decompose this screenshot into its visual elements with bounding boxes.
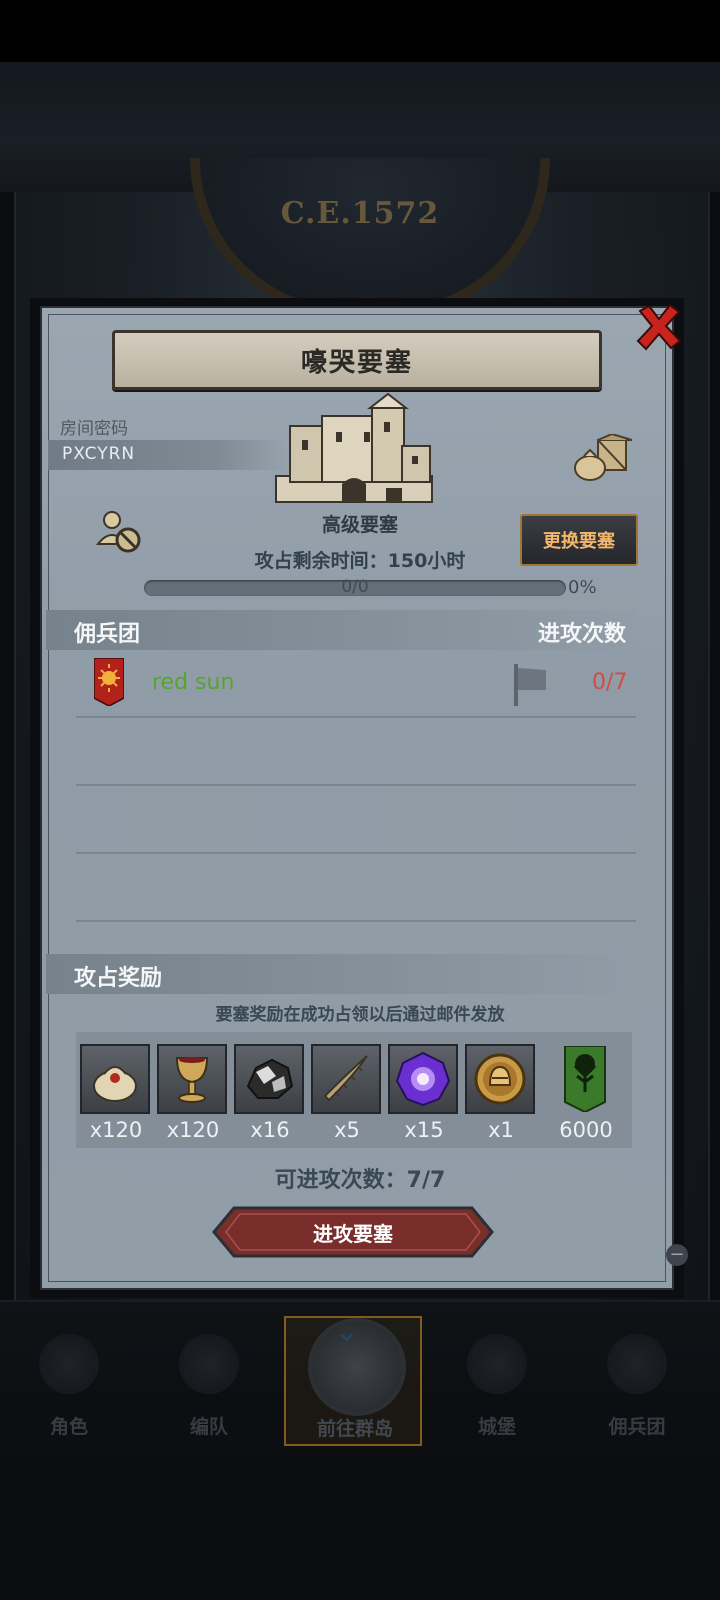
row-divider bbox=[76, 852, 636, 854]
mercenary-attack-count: 0/7 bbox=[592, 670, 628, 695]
progress-percent: 0% bbox=[568, 577, 597, 598]
row-divider bbox=[76, 716, 636, 718]
coin-bag-icon bbox=[80, 1044, 150, 1114]
purple-gem-icon bbox=[388, 1044, 458, 1114]
close-button[interactable] bbox=[632, 300, 686, 354]
row-divider bbox=[76, 784, 636, 786]
mercenary-header: 佣兵团 bbox=[74, 622, 141, 647]
remaining-time: 攻占剩余时间：150小时 bbox=[254, 550, 466, 572]
reward-item[interactable]: x1 bbox=[465, 1044, 537, 1142]
attacks-header: 进攻次数 bbox=[538, 622, 627, 647]
reward-qty: x5 bbox=[334, 1118, 360, 1142]
reward-item[interactable]: x120 bbox=[80, 1044, 152, 1142]
reward-item[interactable]: x5 bbox=[311, 1044, 383, 1142]
reward-item[interactable]: x16 bbox=[234, 1044, 306, 1142]
close-icon bbox=[636, 303, 682, 351]
reward-qty: x1 bbox=[488, 1118, 514, 1142]
ore-icon bbox=[234, 1044, 304, 1114]
reward-item[interactable]: x15 bbox=[388, 1044, 460, 1142]
flag-icon bbox=[512, 660, 548, 708]
rewards-header: 攻占奖励 bbox=[74, 966, 163, 991]
room-password-label: 房间密码 bbox=[60, 419, 128, 439]
reward-qty: x15 bbox=[404, 1118, 444, 1142]
reward-item[interactable]: x120 bbox=[157, 1044, 229, 1142]
red-sun-banner-icon bbox=[93, 657, 125, 707]
mercenary-name[interactable]: red sun bbox=[152, 670, 234, 695]
goblet-icon bbox=[157, 1044, 227, 1114]
row-divider bbox=[76, 920, 636, 922]
reward-qty: x16 bbox=[250, 1118, 290, 1142]
horn-icon bbox=[311, 1044, 381, 1114]
reward-qty: x120 bbox=[89, 1118, 143, 1142]
supply-bag-icon[interactable] bbox=[572, 432, 633, 482]
reward-qty: x120 bbox=[166, 1118, 220, 1142]
reward-note: 要塞奖励在成功占领以后通过邮件发放 bbox=[215, 1005, 505, 1025]
side-expand-icon[interactable]: − bbox=[666, 1244, 688, 1266]
reward-item[interactable]: 6000 bbox=[550, 1044, 622, 1142]
attack-fortress-button[interactable]: 进攻要塞 bbox=[212, 1206, 494, 1258]
reward-qty: 6000 bbox=[559, 1118, 613, 1142]
helmet-medal-icon bbox=[465, 1044, 535, 1114]
tree-banner-icon bbox=[550, 1044, 620, 1114]
room-password-value[interactable]: PXCYRN bbox=[62, 444, 135, 464]
progress-text: 0/0 bbox=[341, 577, 369, 597]
fortress-image bbox=[272, 392, 436, 508]
attempts-left: 可进攻次数：7/7 bbox=[274, 1168, 446, 1193]
title-plate: 嚎哭要塞 bbox=[112, 330, 602, 390]
dialog-title: 嚎哭要塞 bbox=[300, 347, 413, 378]
